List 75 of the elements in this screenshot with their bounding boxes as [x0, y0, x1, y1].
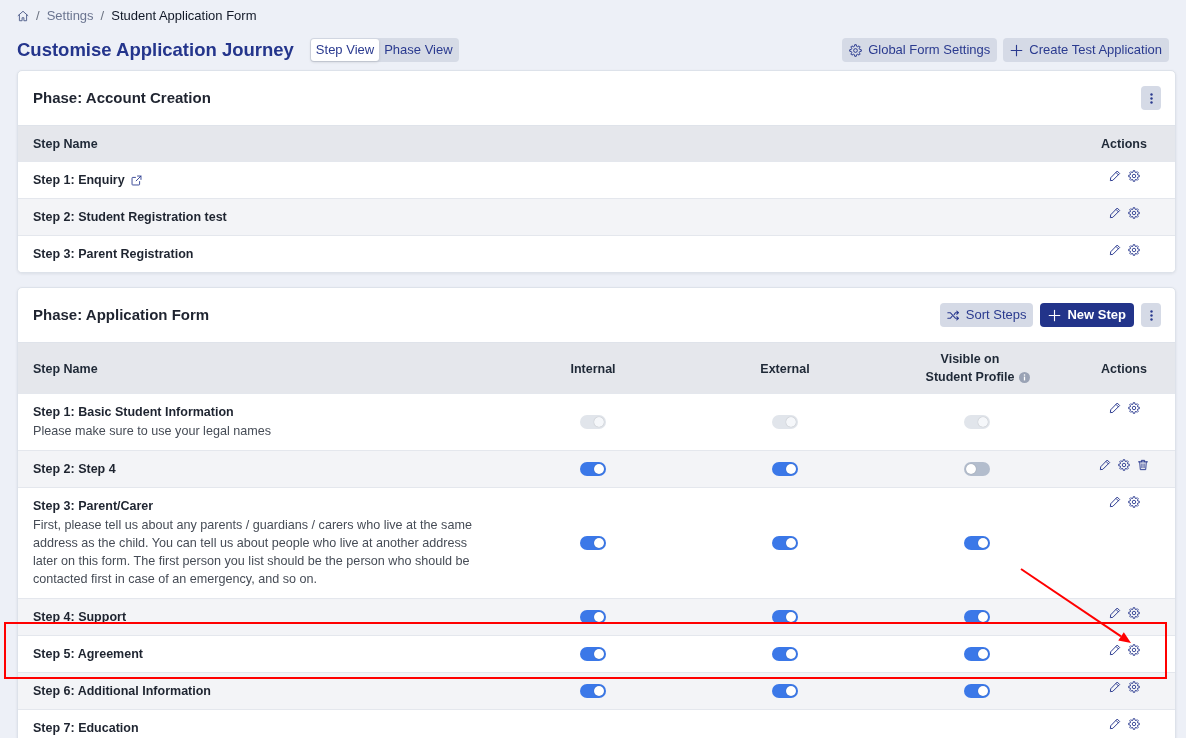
toggle-switch[interactable] — [772, 536, 798, 550]
column-header: Step Name — [33, 137, 98, 151]
step-description: First, please tell us about any parents / guardians / carers who live at the same address as the child. You can tell us about people who live at another address later on this form. The first person you list should be the person who should be contacted first in case of an emergency, and so on. — [33, 517, 473, 588]
toggle-switch[interactable] — [580, 536, 606, 550]
step-title: Step 6: Additional Information — [33, 683, 211, 699]
settings-icon[interactable] — [1127, 244, 1140, 256]
settings-icon[interactable] — [1127, 170, 1140, 182]
toggle-switch[interactable] — [964, 536, 990, 550]
home-icon[interactable] — [17, 10, 29, 22]
column-header: Actions — [1101, 361, 1147, 376]
toggle-switch[interactable] — [964, 684, 990, 698]
more-options-button[interactable] — [1141, 86, 1161, 110]
step-title: Step 3: Parent/Carer — [33, 498, 154, 514]
create-button[interactable]: New Step — [1040, 303, 1134, 327]
breadcrumb-separator: / — [100, 8, 105, 24]
pencil-icon[interactable] — [1108, 681, 1121, 693]
settings-icon[interactable] — [1127, 607, 1140, 619]
trash-icon[interactable] — [1137, 459, 1149, 471]
settings-icon[interactable] — [1118, 459, 1130, 471]
step-title: Step 7: Education — [33, 720, 139, 736]
breadcrumb-current: Student Application Form — [111, 8, 257, 24]
column-header: Step Name — [33, 361, 98, 376]
phase-title: Phase: Account Creation — [33, 87, 211, 108]
toggle-switch[interactable] — [772, 647, 798, 661]
step-description: Please make sure to use your legal names — [33, 423, 272, 440]
pencil-icon[interactable] — [1108, 496, 1121, 508]
settings-icon — [849, 43, 863, 57]
shuffle-icon — [946, 308, 960, 322]
phase-title: Phase: Application Form — [33, 304, 210, 325]
toggle-switch[interactable] — [772, 684, 798, 698]
pencil-icon[interactable] — [1108, 718, 1121, 730]
toggle-switch[interactable] — [772, 462, 798, 476]
step-title: Step 2: Student Registration test — [33, 209, 227, 225]
pencil-icon[interactable] — [1108, 402, 1121, 414]
toggle-switch[interactable] — [580, 684, 606, 698]
more-icon — [1149, 309, 1153, 321]
page-title: Customise Application Journey — [17, 38, 294, 63]
step-title: Step 2: Step 4 — [33, 461, 116, 477]
settings-icon[interactable] — [1127, 718, 1140, 730]
view-tab[interactable]: Step View — [310, 39, 380, 61]
toggle-switch[interactable] — [580, 462, 606, 476]
toggle-switch[interactable] — [964, 462, 990, 476]
column-header: Internal — [570, 361, 616, 376]
pencil-icon[interactable] — [1108, 244, 1121, 256]
pencil-icon[interactable] — [1108, 607, 1121, 619]
toggle-switch[interactable] — [580, 647, 606, 661]
breadcrumb-separator: / — [36, 8, 40, 24]
more-icon — [1149, 92, 1153, 104]
step-title: Step 4: Support — [33, 609, 127, 625]
breadcrumb-link[interactable]: Settings — [46, 8, 94, 24]
column-header: Visible on Student Profile — [924, 351, 1016, 386]
pencil-icon[interactable] — [1108, 644, 1121, 656]
column-header: Actions — [1101, 137, 1147, 151]
step-title: Step 1: Basic Student Information — [33, 404, 234, 420]
sort-button[interactable]: Sort Steps — [939, 303, 1034, 327]
column-header: External — [760, 361, 810, 376]
create-button[interactable]: Create Test Application — [1003, 38, 1169, 62]
settings-icon[interactable] — [1127, 207, 1140, 219]
settings-button[interactable]: Global Form Settings — [842, 38, 998, 62]
pencil-icon[interactable] — [1108, 207, 1121, 219]
settings-icon[interactable] — [1127, 644, 1140, 656]
toggle-switch[interactable] — [964, 647, 990, 661]
view-tab[interactable]: Phase View — [379, 39, 458, 61]
plus-icon — [1048, 308, 1062, 322]
more-options-button[interactable] — [1141, 303, 1161, 327]
plus-icon — [1010, 43, 1024, 57]
step-title: Step 5: Agreement — [33, 646, 143, 662]
pencil-icon[interactable] — [1099, 459, 1111, 471]
settings-icon[interactable] — [1127, 681, 1140, 693]
settings-icon[interactable] — [1127, 402, 1140, 414]
step-title: Step 1: Enquiry — [33, 172, 125, 188]
step-title: Step 3: Parent Registration — [33, 246, 194, 262]
external-link-icon[interactable] — [130, 174, 142, 186]
settings-icon[interactable] — [1127, 496, 1140, 508]
pencil-icon[interactable] — [1108, 170, 1121, 182]
